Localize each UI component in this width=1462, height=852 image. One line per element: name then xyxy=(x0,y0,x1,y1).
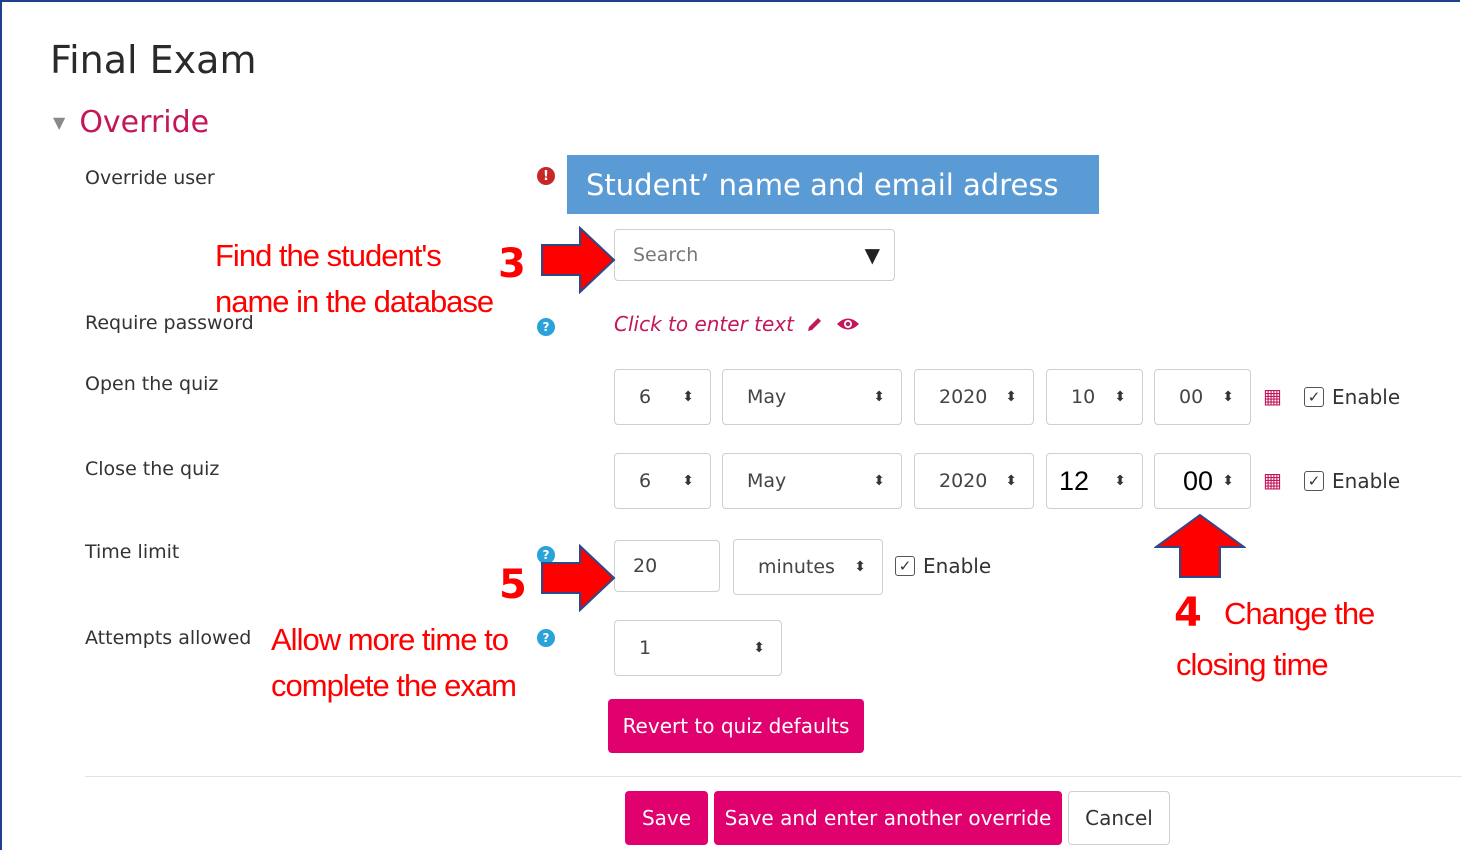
close-day-value: 6 xyxy=(639,470,652,492)
annotation-step4-number: 4 xyxy=(1174,590,1202,636)
time-unit-select[interactable]: minutes ⬍ xyxy=(733,539,883,595)
open-minute-select[interactable]: 00 ⬍ xyxy=(1154,369,1251,425)
annotation-step3-number: 3 xyxy=(498,241,526,287)
close-minute-value: 00 xyxy=(1183,465,1214,497)
updown-icon: ⬍ xyxy=(1114,473,1126,489)
collapse-caret-icon: ▼ xyxy=(53,113,66,132)
override-user-label: Override user xyxy=(85,167,215,189)
annotation-arrow-right-icon xyxy=(541,225,616,295)
open-year-value: 2020 xyxy=(939,386,988,408)
updown-icon: ⬍ xyxy=(873,473,885,489)
open-enable-checkbox[interactable]: ✓ Enable xyxy=(1304,385,1400,409)
cancel-button[interactable]: Cancel xyxy=(1068,791,1170,845)
close-month-select[interactable]: May ⬍ xyxy=(722,453,902,509)
annotation-step5-number: 5 xyxy=(499,562,527,608)
open-enable-label: Enable xyxy=(1332,385,1401,409)
open-year-select[interactable]: 2020 ⬍ xyxy=(914,369,1034,425)
save-another-button[interactable]: Save and enter another override xyxy=(714,791,1062,845)
annotation-step4-line1: Change the xyxy=(1224,596,1375,631)
time-limit-label: Time limit xyxy=(85,541,180,563)
override-section-toggle[interactable]: ▼ Override xyxy=(53,105,209,140)
open-day-value: 6 xyxy=(639,386,652,408)
time-limit-enable-checkbox[interactable]: ✓ Enable xyxy=(895,554,991,578)
open-hour-select[interactable]: 10 ⬍ xyxy=(1046,369,1143,425)
close-year-value: 2020 xyxy=(939,470,988,492)
annotation-arrow-right-icon xyxy=(541,543,616,613)
updown-icon: ⬍ xyxy=(682,389,694,405)
open-month-select[interactable]: May ⬍ xyxy=(722,369,902,425)
search-placeholder: Search xyxy=(633,244,699,266)
updown-icon: ⬍ xyxy=(854,559,866,575)
annotation-step3-line2: name in the database xyxy=(215,284,494,319)
dropdown-arrow-icon[interactable]: ▼ xyxy=(865,243,880,267)
close-month-value: May xyxy=(747,470,787,492)
close-minute-select[interactable]: 00 ⬍ xyxy=(1154,453,1251,509)
open-month-value: May xyxy=(747,386,787,408)
open-quiz-label: Open the quiz xyxy=(85,373,219,395)
updown-icon: ⬍ xyxy=(1114,389,1126,405)
updown-icon: ⬍ xyxy=(1005,473,1017,489)
updown-icon: ⬍ xyxy=(682,473,694,489)
updown-icon: ⬍ xyxy=(753,640,765,656)
checkbox-checked-icon[interactable]: ✓ xyxy=(895,556,915,576)
checkbox-checked-icon[interactable]: ✓ xyxy=(1304,471,1324,491)
close-day-select[interactable]: 6 ⬍ xyxy=(614,453,711,509)
annotation-arrow-up-icon xyxy=(1154,513,1246,578)
updown-icon: ⬍ xyxy=(873,389,885,405)
updown-icon: ⬍ xyxy=(1222,389,1234,405)
open-day-select[interactable]: 6 ⬍ xyxy=(614,369,711,425)
updown-icon: ⬍ xyxy=(1222,473,1234,489)
click-to-enter-text[interactable]: Click to enter text xyxy=(614,312,794,336)
pencil-icon[interactable] xyxy=(806,315,824,333)
annotation-step3-line1: Find the student's xyxy=(215,238,442,273)
close-hour-value: 12 xyxy=(1059,465,1090,497)
callout-student-name: Student’ name and email adress xyxy=(567,155,1099,214)
checkbox-checked-icon[interactable]: ✓ xyxy=(1304,387,1324,407)
open-minute-value: 00 xyxy=(1179,386,1204,408)
divider xyxy=(85,776,1462,777)
help-icon[interactable]: ? xyxy=(537,318,555,336)
close-year-select[interactable]: 2020 ⬍ xyxy=(914,453,1034,509)
required-icon: ! xyxy=(537,167,555,185)
time-limit-enable-label: Enable xyxy=(923,554,992,578)
attempts-value: 1 xyxy=(639,637,652,659)
close-enable-label: Enable xyxy=(1332,469,1401,493)
page-title: Final Exam xyxy=(50,38,257,82)
close-hour-select[interactable]: 12 ⬍ xyxy=(1046,453,1143,509)
save-button[interactable]: Save xyxy=(625,791,708,845)
close-enable-checkbox[interactable]: ✓ Enable xyxy=(1304,469,1400,493)
annotation-step5-line1: Allow more time to xyxy=(271,622,509,657)
attempts-select[interactable]: 1 ⬍ xyxy=(614,620,782,676)
time-limit-input[interactable]: 20 xyxy=(614,540,720,592)
updown-icon: ⬍ xyxy=(1005,389,1017,405)
eye-icon[interactable] xyxy=(836,315,860,333)
calendar-icon[interactable]: ▦ xyxy=(1263,468,1282,492)
user-search-input[interactable]: Search ▼ xyxy=(614,229,895,281)
calendar-icon[interactable]: ▦ xyxy=(1263,384,1282,408)
close-quiz-label: Close the quiz xyxy=(85,458,220,480)
annotation-step4-line2: closing time xyxy=(1176,647,1329,682)
open-hour-value: 10 xyxy=(1071,386,1096,408)
time-unit-value: minutes xyxy=(758,556,835,578)
attempts-label: Attempts allowed xyxy=(85,627,252,649)
revert-defaults-button[interactable]: Revert to quiz defaults xyxy=(608,699,864,753)
section-legend: Override xyxy=(79,105,210,140)
password-edit-link[interactable]: Click to enter text xyxy=(614,312,860,336)
time-limit-value: 20 xyxy=(633,555,658,577)
annotation-step5-line2: complete the exam xyxy=(271,668,517,703)
help-icon[interactable]: ? xyxy=(537,629,555,647)
